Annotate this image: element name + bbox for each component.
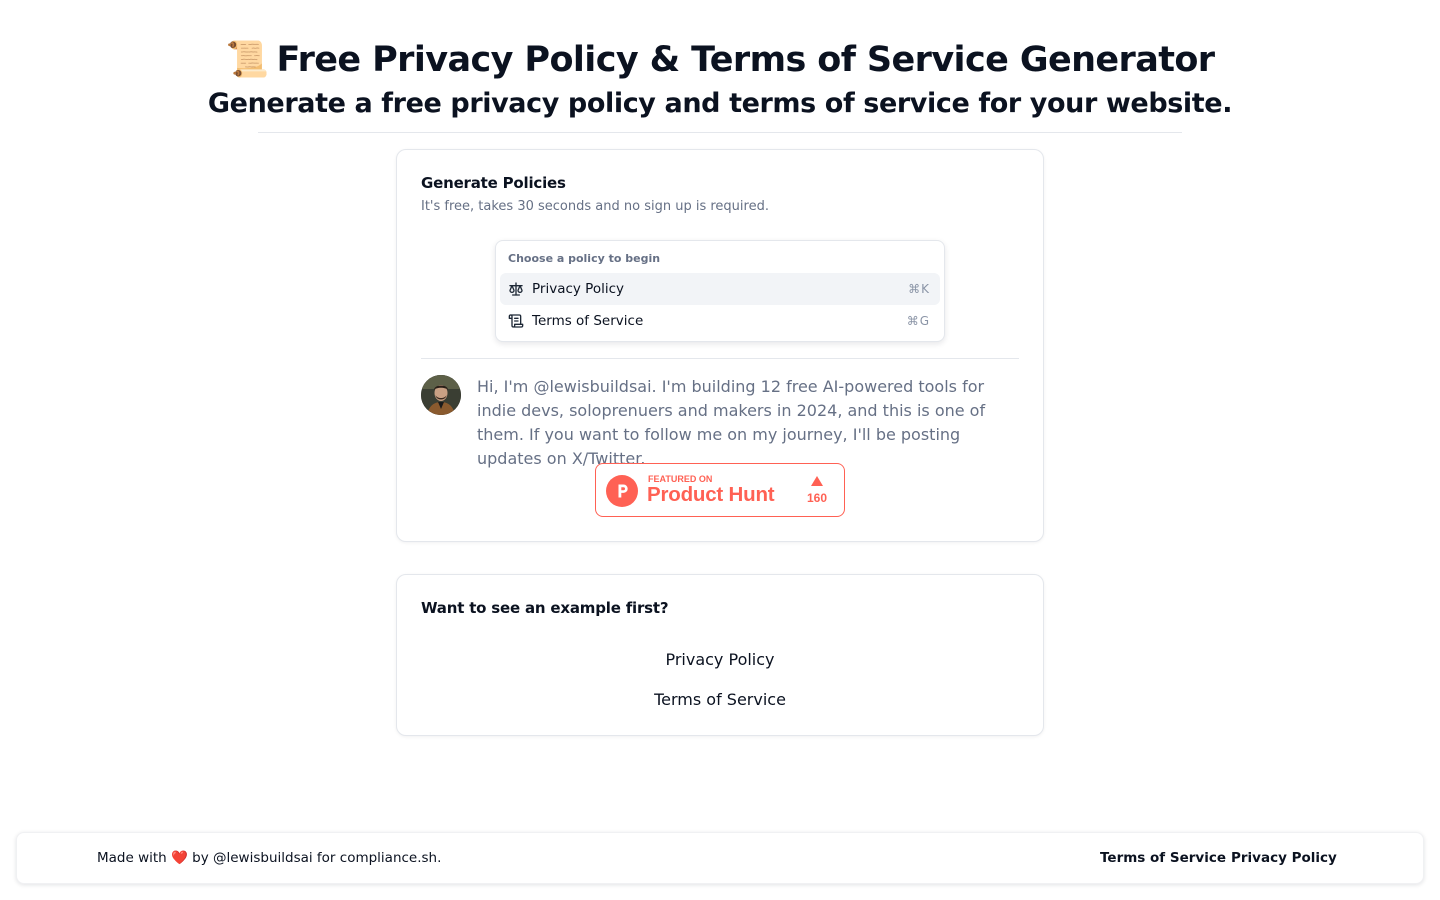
command-item-privacy-policy[interactable]: Privacy Policy ⌘K [500,273,940,305]
author-bio: Hi, I'm @lewisbuildsai. I'm building 12 … [477,377,986,468]
generate-policies-card: Generate Policies It's free, takes 30 se… [396,149,1044,542]
hero-divider [258,132,1182,133]
product-hunt-logo-icon [606,475,638,507]
scroll-icon [508,314,524,328]
generate-card-subtitle: It's free, takes 30 seconds and no sign … [421,199,769,214]
upvote-triangle-icon [811,476,823,486]
product-hunt-badge[interactable]: FEATURED ON Product Hunt 160 [595,463,845,517]
avatar-portrait-icon [421,375,461,415]
scale-icon [509,282,523,296]
policy-command-menu: Choose a policy to begin Privacy Policy … [495,240,945,342]
footer-terms-link[interactable]: Terms of Service [1100,850,1226,866]
product-hunt-upvote-count: 160 [806,491,828,505]
command-item-terms-of-service[interactable]: Terms of Service ⌘G [500,305,940,337]
footer: Made with ❤️ by @lewisbuildsai for compl… [16,832,1424,884]
example-card: Want to see an example first? Privacy Po… [396,574,1044,736]
footer-privacy-link[interactable]: Privacy Policy [1231,850,1337,866]
footer-credit-prefix: Made with [97,850,167,866]
command-item-label: Privacy Policy [532,281,625,297]
example-terms-of-service-link[interactable]: Terms of Service [397,690,1043,709]
footer-credit: Made with ❤️ by @lewisbuildsai for compl… [97,850,441,866]
page-title: 📜 Free Privacy Policy & Terms of Service … [0,38,1440,82]
generate-card-title: Generate Policies [421,174,566,192]
command-item-label: Terms of Service [532,313,644,329]
example-privacy-policy-link[interactable]: Privacy Policy [397,650,1043,669]
product-hunt-name: Product Hunt [647,483,775,506]
page-title-text: Free Privacy Policy & Terms of Service G… [276,40,1216,80]
example-card-title: Want to see an example first? [421,599,669,617]
card-divider [421,358,1019,359]
command-item-shortcut: ⌘K [908,282,930,296]
command-item-shortcut: ⌘G [906,314,930,328]
scroll-emoji-icon: 📜 [225,40,270,80]
page-subtitle: Generate a free privacy policy and terms… [207,88,1233,119]
heart-icon: ❤️ [171,850,188,866]
hero-header: 📜 Free Privacy Policy & Terms of Service … [0,38,1440,122]
footer-credit-suffix: by @lewisbuildsai for compliance.sh. [192,850,442,866]
command-menu-heading: Choose a policy to begin [508,252,661,265]
author-avatar [421,375,461,415]
